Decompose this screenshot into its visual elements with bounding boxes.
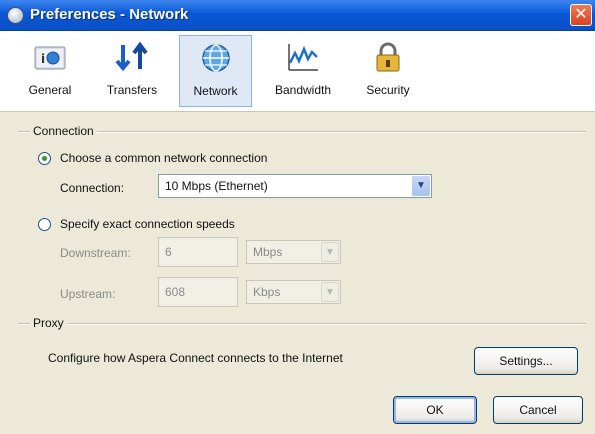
downstream-label: Downstream: [60, 246, 131, 260]
connection-label: Connection: [60, 181, 125, 195]
ok-button[interactable]: OK [393, 396, 477, 424]
connection-group-divider [18, 131, 586, 133]
chevron-down-icon: ▼ [321, 282, 339, 302]
globe-icon [201, 44, 230, 72]
tab-security[interactable]: Security [352, 35, 424, 107]
common-connection-radio[interactable] [38, 152, 51, 165]
padlock-icon [376, 42, 400, 72]
tab-transfers-label: Transfers [106, 83, 158, 97]
chevron-down-icon: ▼ [412, 176, 430, 196]
close-icon: ✕ [574, 6, 588, 23]
downstream-unit-value: Mbps [253, 245, 283, 259]
connection-select[interactable]: 10 Mbps (Ethernet) ▼ [158, 174, 432, 198]
proxy-group-label: Proxy [30, 316, 67, 330]
upstream-unit-select[interactable]: Kbps ▼ [246, 280, 341, 304]
up-down-arrows-icon [115, 41, 148, 72]
title-bar[interactable]: Preferences - Network ✕ [0, 0, 595, 31]
connection-group-label: Connection [30, 124, 97, 138]
tab-general-label: General [28, 83, 72, 97]
proxy-settings-button[interactable]: Settings... [474, 347, 578, 375]
exact-speeds-radio[interactable] [38, 218, 51, 231]
common-connection-label: Choose a common network connection [60, 151, 268, 165]
chevron-down-icon: ▼ [321, 242, 339, 262]
downstream-unit-select[interactable]: Mbps ▼ [246, 240, 341, 264]
upstream-input[interactable]: 608 [158, 277, 238, 307]
upstream-label: Upstream: [60, 287, 116, 301]
close-button[interactable]: ✕ [570, 4, 592, 26]
window-title: Preferences - Network [30, 6, 189, 23]
tab-general[interactable]: i General [20, 35, 80, 107]
preferences-window: Preferences - Network ✕ i General Transf… [0, 0, 595, 434]
bandwidth-graph-icon [288, 44, 318, 71]
upstream-value: 608 [165, 285, 186, 299]
cancel-button[interactable]: Cancel [493, 396, 583, 424]
tab-transfers[interactable]: Transfers [96, 35, 168, 107]
downstream-input[interactable]: 6 [158, 237, 238, 267]
tab-network[interactable]: Network [179, 35, 252, 107]
proxy-description: Configure how Aspera Connect connects to… [48, 351, 343, 365]
app-icon [7, 7, 24, 24]
svg-text:i: i [41, 52, 45, 66]
proxy-group-divider [18, 323, 586, 325]
tab-security-label: Security [366, 83, 410, 97]
upstream-unit-value: Kbps [253, 285, 281, 299]
preferences-toolbar: i General Transfers Network Bandwidth Se… [0, 31, 595, 112]
downstream-value: 6 [165, 245, 172, 259]
tab-bandwidth-label: Bandwidth [274, 83, 332, 97]
exact-speeds-label: Specify exact connection speeds [60, 217, 235, 231]
connection-select-value: 10 Mbps (Ethernet) [165, 179, 268, 193]
info-card-icon: i [34, 46, 66, 70]
tab-network-label: Network [193, 84, 238, 98]
tab-bandwidth[interactable]: Bandwidth [262, 35, 344, 107]
